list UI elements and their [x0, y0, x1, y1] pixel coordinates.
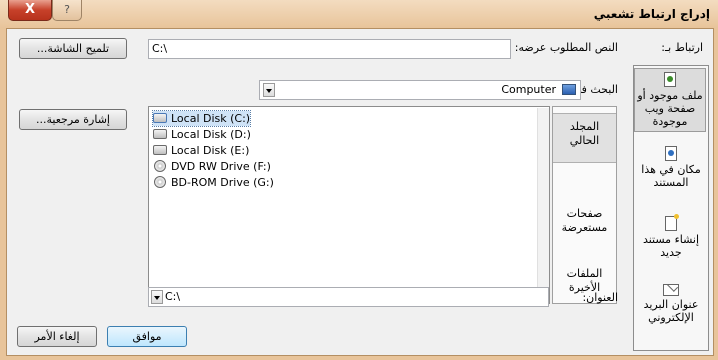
- place-in-document-icon: [665, 146, 677, 161]
- bd-drive-icon: [154, 176, 166, 188]
- link-new-doc-line2: جديد: [660, 246, 682, 259]
- tab-browsed-line2: مستعرضة: [561, 221, 608, 234]
- tab-browsed-pages[interactable]: صفحات مستعرضة: [553, 207, 616, 241]
- link-create-new-document[interactable]: إنشاء مستند جديد: [635, 214, 707, 264]
- chevron-down-icon[interactable]: [151, 290, 163, 304]
- list-item[interactable]: DVD RW Drive (F:): [153, 159, 271, 174]
- bookmark-button[interactable]: إشارة مرجعية...: [19, 109, 127, 130]
- tab-current-folder-line2: الحالي: [569, 134, 600, 147]
- tab-current-folder[interactable]: المجلد الحالي: [553, 113, 616, 163]
- insert-hyperlink-dialog: X ? إدراج ارتباط تشعبي ارتباط بـ: ملف مو…: [0, 0, 718, 360]
- cancel-button[interactable]: إلغاء الأمر: [17, 326, 97, 347]
- help-button[interactable]: ?: [52, 0, 82, 21]
- link-existing-file-line1: ملف موجود أو: [637, 89, 703, 102]
- close-button[interactable]: X: [8, 0, 52, 21]
- chevron-down-icon[interactable]: [263, 83, 275, 97]
- hard-drive-icon: [153, 145, 167, 155]
- screentip-button[interactable]: تلميح الشاشة...: [19, 38, 127, 59]
- address-input[interactable]: C:\: [148, 287, 549, 307]
- link-email-line1: عنوان البريد: [643, 298, 699, 311]
- link-email-address[interactable]: عنوان البريد الإلكتروني: [635, 284, 707, 334]
- existing-file-icon: [664, 72, 676, 87]
- look-in-value: Computer: [501, 83, 556, 96]
- link-place-line1: مكان في هذا: [641, 163, 701, 176]
- link-email-line2: الإلكتروني: [648, 311, 694, 324]
- link-place-in-document[interactable]: مكان في هذا المستند: [635, 146, 707, 196]
- window-title: إدراج ارتباط تشعبي: [593, 7, 710, 21]
- list-item[interactable]: Local Disk (D:): [153, 127, 251, 142]
- text-to-display-label: النص المطلوب عرضه:: [514, 41, 618, 54]
- link-existing-file-line2: صفحة ويب: [644, 102, 696, 115]
- ok-button[interactable]: موافق: [107, 326, 187, 347]
- computer-icon: [562, 84, 576, 95]
- look-in-dropdown[interactable]: Computer: [259, 80, 581, 100]
- dialog-body: ارتباط بـ: ملف موجود أو صفحة ويب موجودة …: [6, 28, 714, 356]
- dvd-drive-icon: [154, 160, 166, 172]
- link-to-bar: ملف موجود أو صفحة ويب موجودة مكان في هذا…: [633, 65, 709, 351]
- title-bar: X ? إدراج ارتباط تشعبي: [0, 0, 718, 30]
- tab-recent-line1: الملفات: [566, 267, 603, 280]
- file-list-scrollbar[interactable]: [537, 108, 549, 302]
- browse-tabs: المجلد الحالي صفحات مستعرضة الملفات الأخ…: [552, 106, 617, 304]
- link-new-doc-line1: إنشاء مستند: [642, 233, 700, 246]
- tab-browsed-line1: صفحات: [566, 207, 603, 220]
- address-value: C:\: [165, 290, 181, 303]
- list-item[interactable]: Local Disk (C:): [151, 110, 252, 127]
- link-existing-file[interactable]: ملف موجود أو صفحة ويب موجودة: [634, 68, 706, 132]
- link-place-line2: المستند: [653, 176, 689, 189]
- address-label: العنوان:: [582, 291, 618, 304]
- list-item[interactable]: BD-ROM Drive (G:): [153, 175, 274, 190]
- link-existing-file-line3: موجودة: [652, 115, 688, 128]
- os-drive-icon: [153, 113, 167, 123]
- email-address-icon: [663, 284, 679, 296]
- list-item[interactable]: Local Disk (E:): [153, 143, 249, 158]
- file-list[interactable]: Local Disk (C:) Local Disk (D:) Local Di…: [148, 106, 550, 304]
- link-to-label: ارتباط بـ:: [661, 41, 703, 54]
- tab-current-folder-line1: المجلد: [569, 120, 600, 133]
- text-to-display-input[interactable]: C:\: [148, 39, 511, 59]
- new-document-icon: [665, 214, 679, 231]
- hard-drive-icon: [153, 129, 167, 139]
